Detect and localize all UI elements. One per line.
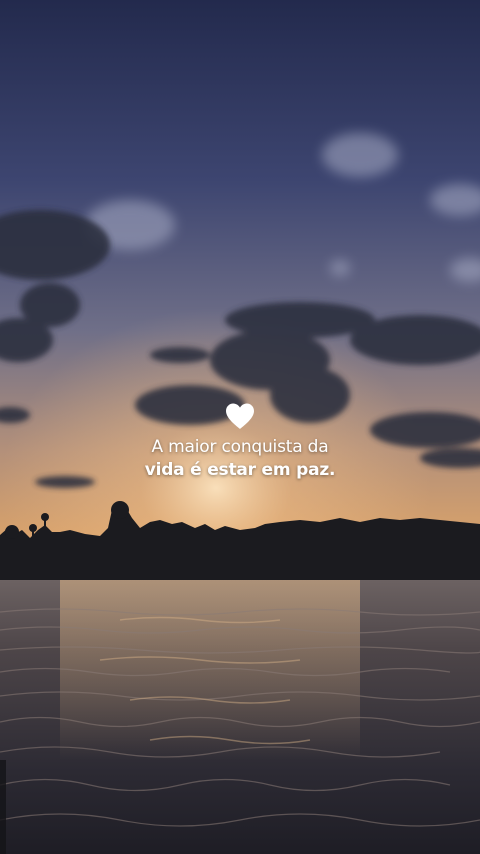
quote-line-1: A maior conquista da xyxy=(151,437,329,457)
quote-line-2: vida é estar em paz. xyxy=(144,460,336,480)
quote-block: A maior conquista da vida é estar em paz… xyxy=(0,402,480,482)
photo-scene: A maior conquista da vida é estar em paz… xyxy=(0,0,480,854)
heart-icon xyxy=(226,403,254,429)
